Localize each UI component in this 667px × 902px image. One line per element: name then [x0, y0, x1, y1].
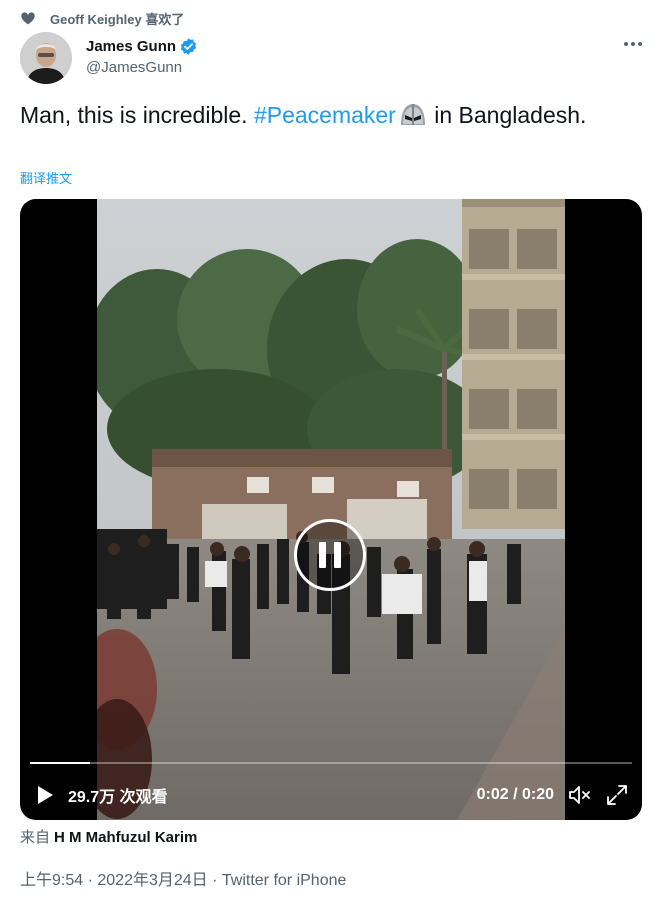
meta-separator: ·	[207, 872, 222, 889]
pause-button[interactable]	[294, 519, 366, 591]
more-button[interactable]	[623, 34, 643, 54]
source-creator-link[interactable]: H M Mahfuzul Karim	[54, 829, 197, 846]
avatar-image	[20, 32, 72, 84]
tweet-client-link[interactable]: Twitter for iPhone	[222, 872, 347, 889]
pause-icon	[319, 542, 326, 568]
video-player[interactable]: 29.7万 次观看 0:02 / 0:20	[20, 199, 642, 820]
tweet-date-link[interactable]: 2022年3月24日	[97, 872, 207, 889]
tweet-text-before: Man, this is incredible.	[20, 102, 254, 128]
verified-badge-icon	[180, 37, 197, 55]
avatar[interactable]	[20, 32, 72, 84]
translate-tweet-link[interactable]: 翻译推文	[20, 168, 72, 187]
heart-icon	[21, 12, 35, 25]
video-thumbnail	[97, 199, 565, 820]
video-time: 0:02 / 0:20	[476, 786, 554, 803]
author-name[interactable]: James Gunn	[86, 38, 176, 55]
more-icon	[624, 42, 642, 46]
fullscreen-icon[interactable]	[606, 784, 628, 806]
view-count: 29.7万 次观看	[68, 789, 168, 806]
tweet-time-link[interactable]: 上午9:54	[20, 872, 83, 889]
author[interactable]: James Gunn @JamesGunn	[86, 36, 198, 76]
pause-icon-bar	[334, 542, 341, 568]
video-frame[interactable]	[97, 199, 565, 820]
hashtag-link[interactable]: #Peacemaker	[254, 102, 396, 128]
mute-icon[interactable]	[568, 784, 592, 806]
video-controls: 29.7万 次观看 0:02 / 0:20	[20, 777, 642, 813]
meta-separator: ·	[83, 872, 98, 889]
peacemaker-helmet-emoji	[400, 104, 425, 125]
tweet-text: Man, this is incredible. #Peacemaker in …	[20, 100, 640, 130]
tweet-meta: 上午9:54 · 2022年3月24日 · Twitter for iPhone	[20, 866, 346, 890]
video-progress-fill	[30, 762, 91, 764]
video-progress-bar[interactable]	[30, 762, 632, 764]
source-prefix: 来自	[20, 829, 51, 846]
play-icon[interactable]	[36, 785, 54, 805]
video-source: 来自 H M Mahfuzul Karim	[20, 826, 197, 847]
social-context-text: Geoff Keighley 喜欢了	[50, 11, 185, 27]
author-handle[interactable]: @JamesGunn	[86, 59, 198, 76]
social-context[interactable]: Geoff Keighley 喜欢了	[20, 8, 184, 28]
tweet-text-after: in Bangladesh.	[427, 102, 587, 128]
